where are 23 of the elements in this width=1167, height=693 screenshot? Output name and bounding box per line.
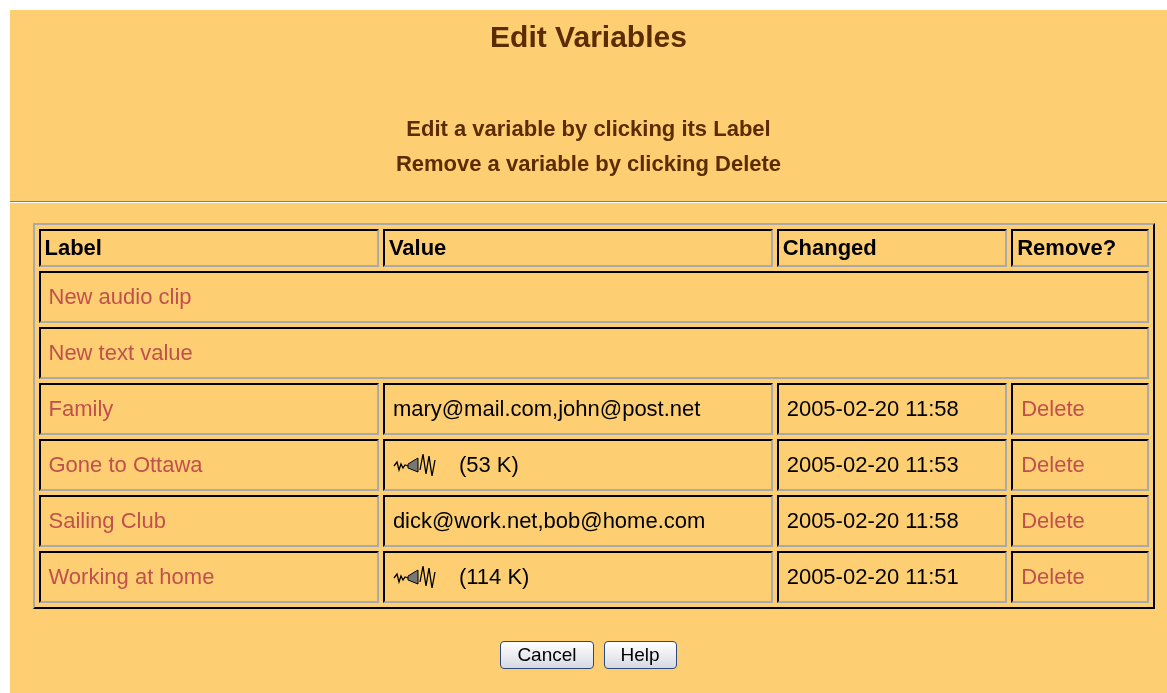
changed-date: 2005-02-20 11:51 <box>786 564 959 589</box>
new-variable-link[interactable]: New audio clip <box>48 284 192 309</box>
instruction-text: Remove a variable by clicking Delete <box>395 150 782 178</box>
clip-size: (114 K) <box>458 564 530 590</box>
help-button[interactable]: Help <box>603 641 677 669</box>
new-variable-link[interactable]: New text value <box>48 340 193 365</box>
page-title: Edit Variables <box>490 20 687 54</box>
sound-wave-icon <box>392 564 437 590</box>
changed-date: 2005-02-20 11:58 <box>786 508 959 533</box>
changed-date: 2005-02-20 11:58 <box>786 396 959 421</box>
changed-date: 2005-02-20 11:53 <box>786 452 959 477</box>
instruction-text: Edit a variable by clicking its Label <box>406 115 771 143</box>
label-link[interactable]: Sailing Club <box>48 508 166 533</box>
label-link[interactable]: Family <box>48 396 114 421</box>
column-header: Label <box>38 229 379 267</box>
column-header: Value <box>382 229 773 267</box>
value-text: mary@mail.com,john@post.net <box>392 396 701 421</box>
column-header: Remove? <box>1011 229 1149 267</box>
column-header: Changed <box>776 229 1008 267</box>
sound-wave-icon <box>392 452 437 478</box>
clip-size: (53 K) <box>458 452 519 478</box>
value-text: dick@work.net,bob@home.com <box>392 508 706 533</box>
cancel-button[interactable]: Cancel <box>500 641 594 669</box>
